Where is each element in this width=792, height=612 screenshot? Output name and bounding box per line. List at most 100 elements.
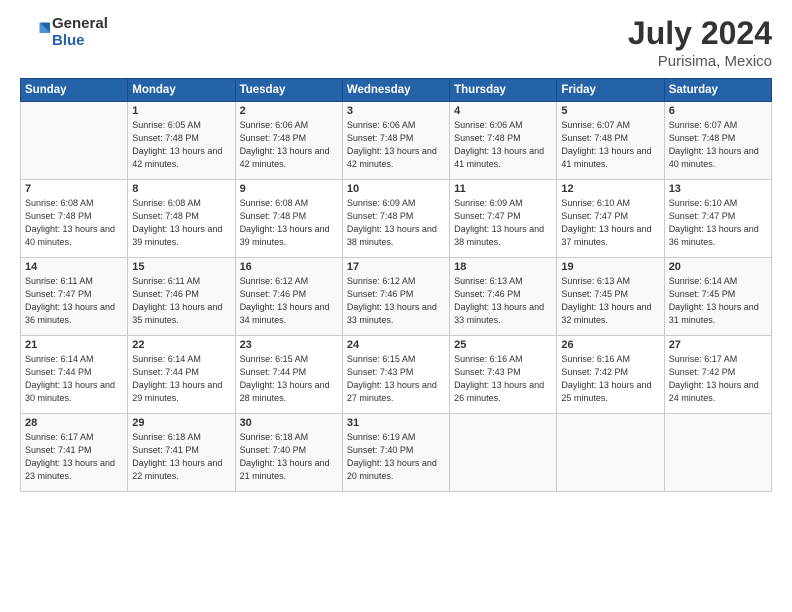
day-info: Sunrise: 6:13 AM Sunset: 7:46 PM Dayligh… (454, 275, 552, 327)
day-number: 22 (132, 339, 230, 351)
day-info: Sunrise: 6:10 AM Sunset: 7:47 PM Dayligh… (669, 197, 767, 249)
day-number: 5 (561, 105, 659, 117)
day-info: Sunrise: 6:12 AM Sunset: 7:46 PM Dayligh… (347, 275, 445, 327)
col-header-tuesday: Tuesday (235, 79, 342, 102)
day-info: Sunrise: 6:18 AM Sunset: 7:40 PM Dayligh… (240, 431, 338, 483)
day-cell: 12 Sunrise: 6:10 AM Sunset: 7:47 PM Dayli… (557, 180, 664, 258)
day-cell: 11 Sunrise: 6:09 AM Sunset: 7:47 PM Dayli… (450, 180, 557, 258)
day-info: Sunrise: 6:07 AM Sunset: 7:48 PM Dayligh… (669, 119, 767, 171)
day-cell: 26 Sunrise: 6:16 AM Sunset: 7:42 PM Dayli… (557, 336, 664, 414)
week-row-4: 21 Sunrise: 6:14 AM Sunset: 7:44 PM Dayli… (21, 336, 772, 414)
col-header-monday: Monday (128, 79, 235, 102)
day-info: Sunrise: 6:07 AM Sunset: 7:48 PM Dayligh… (561, 119, 659, 171)
day-cell: 5 Sunrise: 6:07 AM Sunset: 7:48 PM Daylig… (557, 102, 664, 180)
day-cell: 9 Sunrise: 6:08 AM Sunset: 7:48 PM Daylig… (235, 180, 342, 258)
day-cell: 3 Sunrise: 6:06 AM Sunset: 7:48 PM Daylig… (342, 102, 449, 180)
day-number: 29 (132, 417, 230, 429)
day-info: Sunrise: 6:10 AM Sunset: 7:47 PM Dayligh… (561, 197, 659, 249)
day-cell: 25Sunrise: 6:16 AM Sunset: 7:43 PM Dayli… (450, 336, 557, 414)
logo: General Blue (20, 16, 108, 49)
day-cell: 24Sunrise: 6:15 AM Sunset: 7:43 PM Dayli… (342, 336, 449, 414)
day-number: 30 (240, 417, 338, 429)
day-number: 7 (25, 183, 123, 195)
day-cell: 22 Sunrise: 6:14 AM Sunset: 7:44 PM Dayli… (128, 336, 235, 414)
day-number: 9 (240, 183, 338, 195)
day-info: Sunrise: 6:06 AM Sunset: 7:48 PM Dayligh… (454, 119, 552, 171)
day-number: 8 (132, 183, 230, 195)
day-cell: 27 Sunrise: 6:17 AM Sunset: 7:42 PM Dayli… (664, 336, 771, 414)
day-number: 14 (25, 261, 123, 273)
day-cell: 29 Sunrise: 6:18 AM Sunset: 7:41 PM Dayli… (128, 414, 235, 492)
day-info: Sunrise: 6:18 AM Sunset: 7:41 PM Dayligh… (132, 431, 230, 483)
day-number: 10 (347, 183, 445, 195)
day-cell: 14 Sunrise: 6:11 AM Sunset: 7:47 PM Dayli… (21, 258, 128, 336)
day-info: Sunrise: 6:08 AM Sunset: 7:48 PM Dayligh… (25, 197, 123, 249)
week-row-1: 1Sunrise: 6:05 AM Sunset: 7:48 PM Daylig… (21, 102, 772, 180)
day-info: Sunrise: 6:15 AM Sunset: 7:44 PM Dayligh… (240, 353, 338, 405)
day-cell: 10 Sunrise: 6:09 AM Sunset: 7:48 PM Dayli… (342, 180, 449, 258)
day-number: 24 (347, 339, 445, 351)
day-cell: 18Sunrise: 6:13 AM Sunset: 7:46 PM Dayli… (450, 258, 557, 336)
day-info: Sunrise: 6:05 AM Sunset: 7:48 PM Dayligh… (132, 119, 230, 171)
day-number: 25 (454, 339, 552, 351)
day-cell: 31 Sunrise: 6:19 AM Sunset: 7:40 PM Dayli… (342, 414, 449, 492)
day-cell: 16 Sunrise: 6:12 AM Sunset: 7:46 PM Dayli… (235, 258, 342, 336)
day-info: Sunrise: 6:09 AM Sunset: 7:47 PM Dayligh… (454, 197, 552, 249)
day-info: Sunrise: 6:16 AM Sunset: 7:42 PM Dayligh… (561, 353, 659, 405)
title-block: July 2024 Purisima, Mexico (628, 16, 772, 70)
day-number: 23 (240, 339, 338, 351)
day-cell: 30 Sunrise: 6:18 AM Sunset: 7:40 PM Dayli… (235, 414, 342, 492)
day-cell: 2 Sunrise: 6:06 AM Sunset: 7:48 PM Daylig… (235, 102, 342, 180)
day-number: 28 (25, 417, 123, 429)
day-number: 2 (240, 105, 338, 117)
day-info: Sunrise: 6:14 AM Sunset: 7:44 PM Dayligh… (25, 353, 123, 405)
header: General Blue July 2024 Purisima, Mexico (20, 16, 772, 70)
logo-text: General Blue (52, 16, 108, 49)
week-row-3: 14 Sunrise: 6:11 AM Sunset: 7:47 PM Dayli… (21, 258, 772, 336)
day-cell: 20Sunrise: 6:14 AM Sunset: 7:45 PM Dayli… (664, 258, 771, 336)
day-cell: 15Sunrise: 6:11 AM Sunset: 7:46 PM Dayli… (128, 258, 235, 336)
day-info: Sunrise: 6:14 AM Sunset: 7:44 PM Dayligh… (132, 353, 230, 405)
day-number: 16 (240, 261, 338, 273)
day-info: Sunrise: 6:08 AM Sunset: 7:48 PM Dayligh… (132, 197, 230, 249)
header-row: SundayMondayTuesdayWednesdayThursdayFrid… (21, 79, 772, 102)
week-row-2: 7 Sunrise: 6:08 AM Sunset: 7:48 PM Daylig… (21, 180, 772, 258)
day-number: 21 (25, 339, 123, 351)
logo-icon (22, 19, 50, 47)
col-header-sunday: Sunday (21, 79, 128, 102)
day-info: Sunrise: 6:08 AM Sunset: 7:48 PM Dayligh… (240, 197, 338, 249)
day-number: 11 (454, 183, 552, 195)
day-number: 3 (347, 105, 445, 117)
day-info: Sunrise: 6:13 AM Sunset: 7:45 PM Dayligh… (561, 275, 659, 327)
day-number: 4 (454, 105, 552, 117)
day-cell: 6Sunrise: 6:07 AM Sunset: 7:48 PM Daylig… (664, 102, 771, 180)
day-number: 27 (669, 339, 767, 351)
day-cell: 21 Sunrise: 6:14 AM Sunset: 7:44 PM Dayli… (21, 336, 128, 414)
calendar-location: Purisima, Mexico (628, 53, 772, 70)
day-number: 20 (669, 261, 767, 273)
day-cell (450, 414, 557, 492)
day-info: Sunrise: 6:11 AM Sunset: 7:47 PM Dayligh… (25, 275, 123, 327)
day-info: Sunrise: 6:09 AM Sunset: 7:48 PM Dayligh… (347, 197, 445, 249)
day-info: Sunrise: 6:12 AM Sunset: 7:46 PM Dayligh… (240, 275, 338, 327)
calendar-title: July 2024 (628, 16, 772, 51)
col-header-thursday: Thursday (450, 79, 557, 102)
day-info: Sunrise: 6:19 AM Sunset: 7:40 PM Dayligh… (347, 431, 445, 483)
col-header-saturday: Saturday (664, 79, 771, 102)
day-cell: 28Sunrise: 6:17 AM Sunset: 7:41 PM Dayli… (21, 414, 128, 492)
day-cell: 7 Sunrise: 6:08 AM Sunset: 7:48 PM Daylig… (21, 180, 128, 258)
col-header-wednesday: Wednesday (342, 79, 449, 102)
calendar-table: SundayMondayTuesdayWednesdayThursdayFrid… (20, 78, 772, 492)
day-info: Sunrise: 6:11 AM Sunset: 7:46 PM Dayligh… (132, 275, 230, 327)
day-number: 13 (669, 183, 767, 195)
day-cell: 19Sunrise: 6:13 AM Sunset: 7:45 PM Dayli… (557, 258, 664, 336)
day-number: 26 (561, 339, 659, 351)
day-info: Sunrise: 6:06 AM Sunset: 7:48 PM Dayligh… (240, 119, 338, 171)
day-number: 12 (561, 183, 659, 195)
day-cell: 1Sunrise: 6:05 AM Sunset: 7:48 PM Daylig… (128, 102, 235, 180)
day-info: Sunrise: 6:06 AM Sunset: 7:48 PM Dayligh… (347, 119, 445, 171)
day-info: Sunrise: 6:17 AM Sunset: 7:42 PM Dayligh… (669, 353, 767, 405)
day-cell: 4 Sunrise: 6:06 AM Sunset: 7:48 PM Daylig… (450, 102, 557, 180)
day-number: 31 (347, 417, 445, 429)
week-row-5: 28Sunrise: 6:17 AM Sunset: 7:41 PM Dayli… (21, 414, 772, 492)
